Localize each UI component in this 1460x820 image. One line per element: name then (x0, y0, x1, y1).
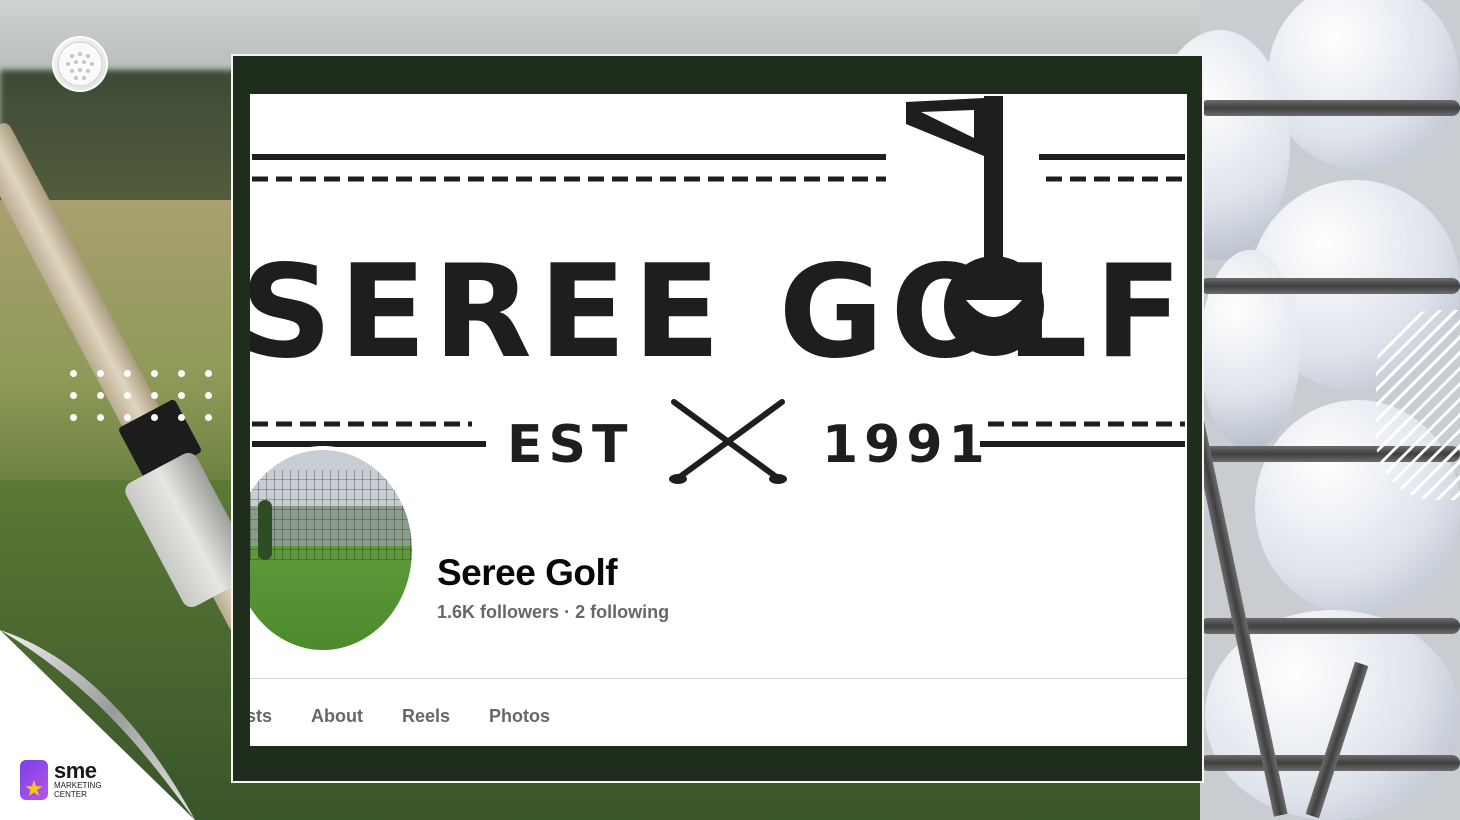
followers-count-link[interactable]: 1.6K followers (437, 602, 559, 622)
dot-grid-decoration (66, 366, 226, 426)
stripe-decoration (1376, 310, 1460, 500)
crossed-clubs-icon (671, 399, 785, 479)
cover-year: 1991 (822, 415, 991, 475)
divider (250, 678, 1187, 679)
tab-about[interactable]: About (311, 706, 363, 734)
brand-subtitle-line-1: MARKETING (54, 781, 102, 790)
basket-wire (1200, 278, 1460, 294)
page-name[interactable]: Seree Golf (437, 552, 618, 594)
star-icon: ★ (20, 760, 48, 800)
brand-subtitle-line-2: CENTER (54, 790, 87, 799)
tab-posts[interactable]: sts (250, 706, 272, 734)
driving-range-net (250, 470, 412, 560)
cover-photo[interactable]: SEREE GOLF EST 1991 (250, 94, 1187, 490)
cover-est-label: EST (507, 415, 633, 475)
profile-picture[interactable] (250, 446, 416, 654)
facebook-page-screenshot: SEREE GOLF EST 1991 (250, 94, 1187, 746)
tab-photos[interactable]: Photos (489, 706, 550, 734)
stats-separator: · (564, 602, 571, 622)
screenshot-frame: SEREE GOLF EST 1991 (231, 54, 1204, 783)
sme-brand-logo: ★ sme MARKETING CENTER (20, 760, 102, 800)
tree (258, 500, 272, 560)
following-count-link[interactable]: 2 following (575, 602, 669, 622)
page-stats: 1.6K followers · 2 following (437, 602, 669, 623)
seree-golf-cover-logo: SEREE GOLF EST 1991 (250, 96, 1187, 484)
golf-ball-logo-icon (52, 36, 108, 92)
page-tabs: sts About Reels Photos (250, 706, 589, 734)
tab-reels[interactable]: Reels (402, 706, 450, 734)
brand-name: sme (54, 758, 97, 783)
basket-wire (1200, 100, 1460, 116)
cover-title: SEREE GOLF (250, 238, 1187, 387)
